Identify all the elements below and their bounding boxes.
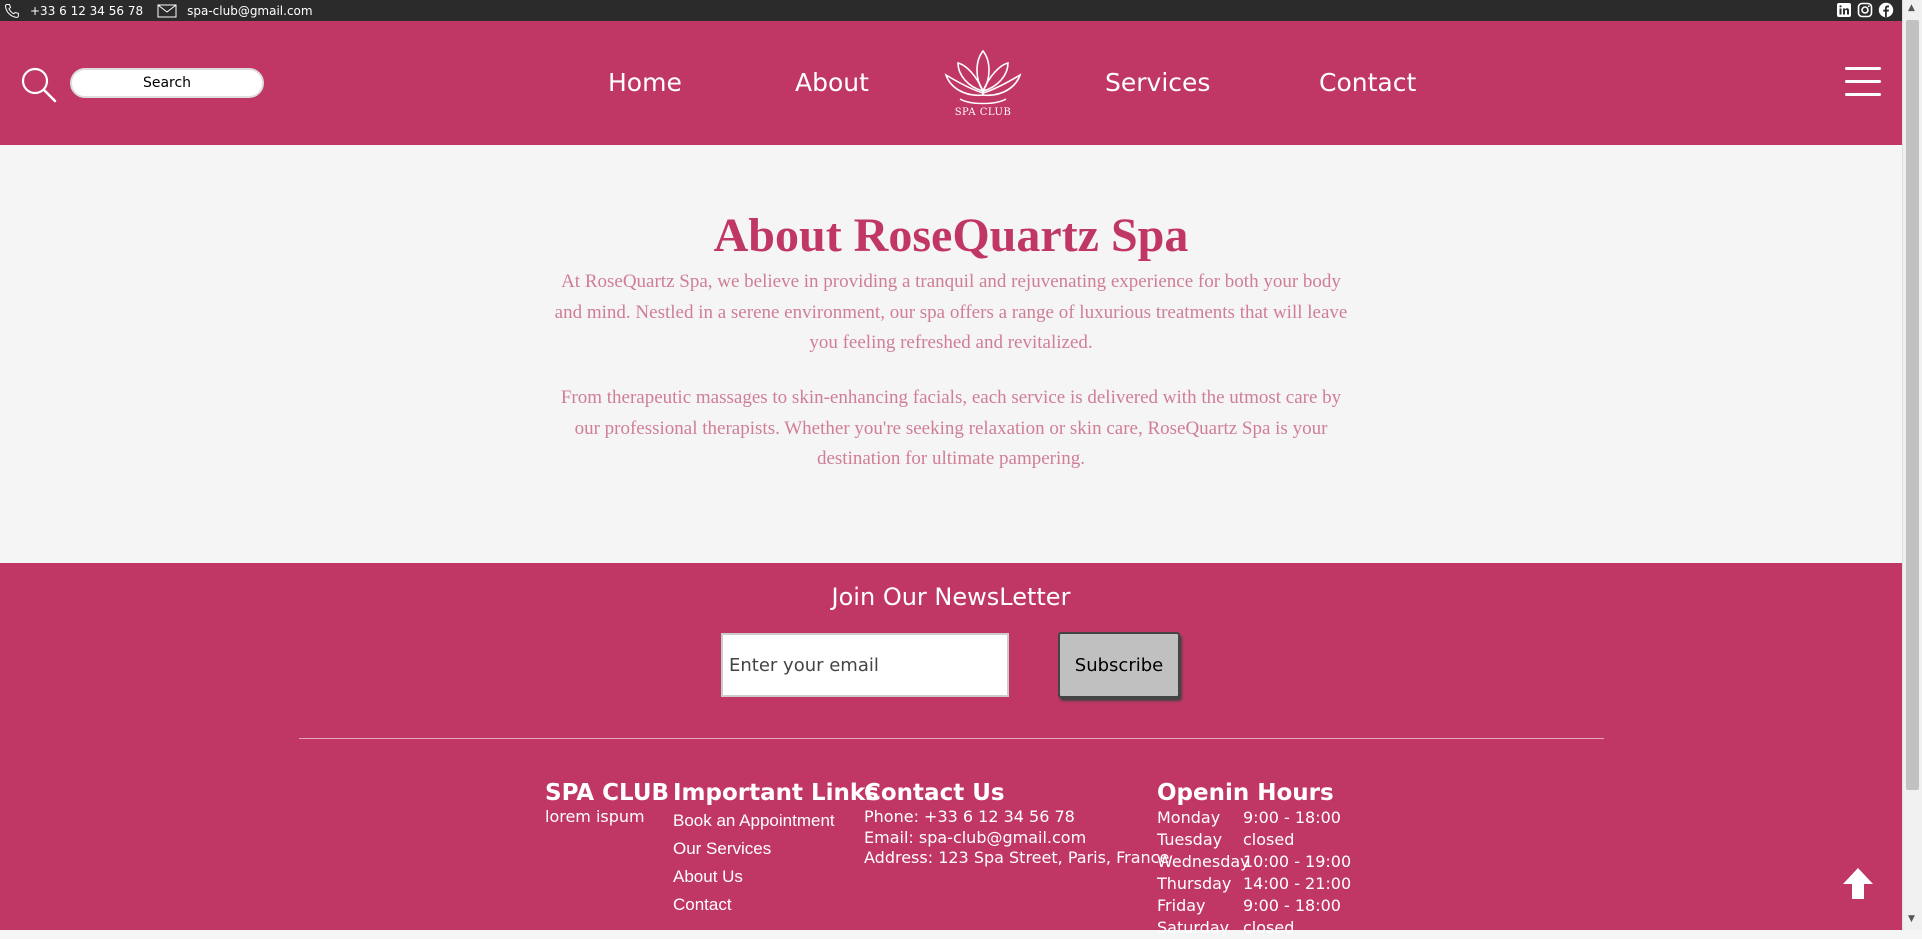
hours-day: Thursday: [1157, 874, 1232, 893]
hours-time: 9:00 - 18:00: [1243, 808, 1341, 827]
logo-text: SPA CLUB: [954, 107, 1012, 118]
hours-time: 9:00 - 18:00: [1243, 896, 1341, 915]
hours-time: closed: [1243, 830, 1295, 849]
footer-contact-email: Email: spa-club@gmail.com: [864, 827, 1087, 847]
hours-day: Wednesday: [1157, 852, 1250, 871]
hours-day: Monday: [1157, 808, 1221, 827]
about-title: About RoseQuartz Spa: [713, 209, 1189, 262]
footer-contact-title: Contact Us: [864, 780, 1005, 806]
back-to-top-arrow-icon[interactable]: [1840, 866, 1876, 906]
footer-contact-phone: Phone: +33 6 12 34 56 78: [864, 807, 1075, 826]
footer-hours-title: Openin Hours: [1157, 780, 1334, 806]
hours-row: Thursday 14:00 - 21:00: [1157, 873, 1351, 895]
footer-links-title: Important Links: [673, 780, 879, 806]
nav-home[interactable]: Home: [608, 68, 682, 97]
spa-club-logo[interactable]: SPA CLUB: [940, 45, 1026, 141]
footer-contact-address: Address: 123 Spa Street, Paris, France: [864, 848, 1170, 867]
footer-contact: Contact Us Phone: +33 6 12 34 56 78 Emai…: [864, 779, 1169, 869]
scrollbar-thumb[interactable]: [1906, 20, 1919, 790]
footer-brand-subtitle: lorem ispum: [545, 807, 645, 826]
phone-icon: [4, 3, 20, 19]
subscribe-button[interactable]: Subscribe: [1058, 632, 1180, 698]
newsletter-email-input[interactable]: [721, 633, 1009, 697]
hours-time: 10:00 - 19:00: [1243, 852, 1352, 871]
newsletter-title: Join Our NewsLetter: [831, 583, 1071, 611]
search-icon[interactable]: [20, 66, 58, 108]
hours-day: Saturday: [1157, 918, 1230, 937]
hours-row: Tuesday closed: [1157, 829, 1351, 851]
about-paragraph-1: At RoseQuartz Spa, we believe in providi…: [554, 271, 1348, 353]
hours-row: Friday 9:00 - 18:00: [1157, 895, 1351, 917]
footer: Join Our NewsLetter Subscribe SPA CLUB l…: [0, 563, 1902, 937]
footer-opening-hours: Openin Hours Monday 9:00 - 18:00 Tuesday c…: [1157, 779, 1351, 939]
hours-row: Wednesday 10:00 - 19:00: [1157, 851, 1351, 873]
footer-brand: SPA CLUB lorem ispum: [545, 779, 669, 827]
footer-important-links: Important Links Book an Appointment Our …: [673, 779, 879, 919]
topbar-phone: +33 6 12 34 56 78: [30, 3, 144, 18]
hours-row: Monday 9:00 - 18:00: [1157, 807, 1351, 829]
mail-icon: [157, 4, 177, 18]
linkedin-icon[interactable]: [1836, 2, 1852, 18]
search-input[interactable]: [70, 68, 264, 98]
footer-divider: [299, 738, 1604, 739]
site-header: Home About SPA CLUB Services Contact: [0, 21, 1902, 145]
footer-brand-title: SPA CLUB: [545, 780, 670, 806]
hamburger-menu-icon[interactable]: [1845, 67, 1881, 97]
scroll-up-arrow-icon[interactable]: ▲: [1908, 3, 1915, 13]
hours-day: Tuesday: [1157, 830, 1223, 849]
topbar-email: spa-club@gmail.com: [187, 3, 313, 18]
scroll-down-arrow-icon[interactable]: ▼: [1908, 914, 1915, 924]
footer-link-our-services[interactable]: Our Services: [673, 835, 879, 863]
nav-about[interactable]: About: [795, 68, 869, 97]
nav-services[interactable]: Services: [1105, 68, 1210, 97]
instagram-icon[interactable]: [1857, 2, 1873, 18]
footer-link-about-us[interactable]: About Us: [673, 863, 879, 891]
nav-contact[interactable]: Contact: [1319, 68, 1416, 97]
footer-link-book-appointment[interactable]: Book an Appointment: [673, 807, 879, 835]
footer-link-contact[interactable]: Contact: [673, 891, 879, 919]
lotus-icon: [944, 49, 1022, 105]
hours-time: 14:00 - 21:00: [1243, 874, 1352, 893]
top-contact-bar: +33 6 12 34 56 78 spa-club@gmail.com: [0, 0, 1902, 21]
about-paragraph-2: From therapeutic massages to skin-enhanc…: [560, 387, 1342, 469]
page-scrollbar[interactable]: ▲ ▼: [1902, 0, 1922, 930]
hours-day: Friday: [1157, 896, 1206, 915]
hours-time: closed: [1243, 918, 1295, 937]
hours-row: Saturday closed: [1157, 917, 1351, 939]
social-links: [1836, 2, 1894, 18]
facebook-icon[interactable]: [1878, 2, 1894, 18]
